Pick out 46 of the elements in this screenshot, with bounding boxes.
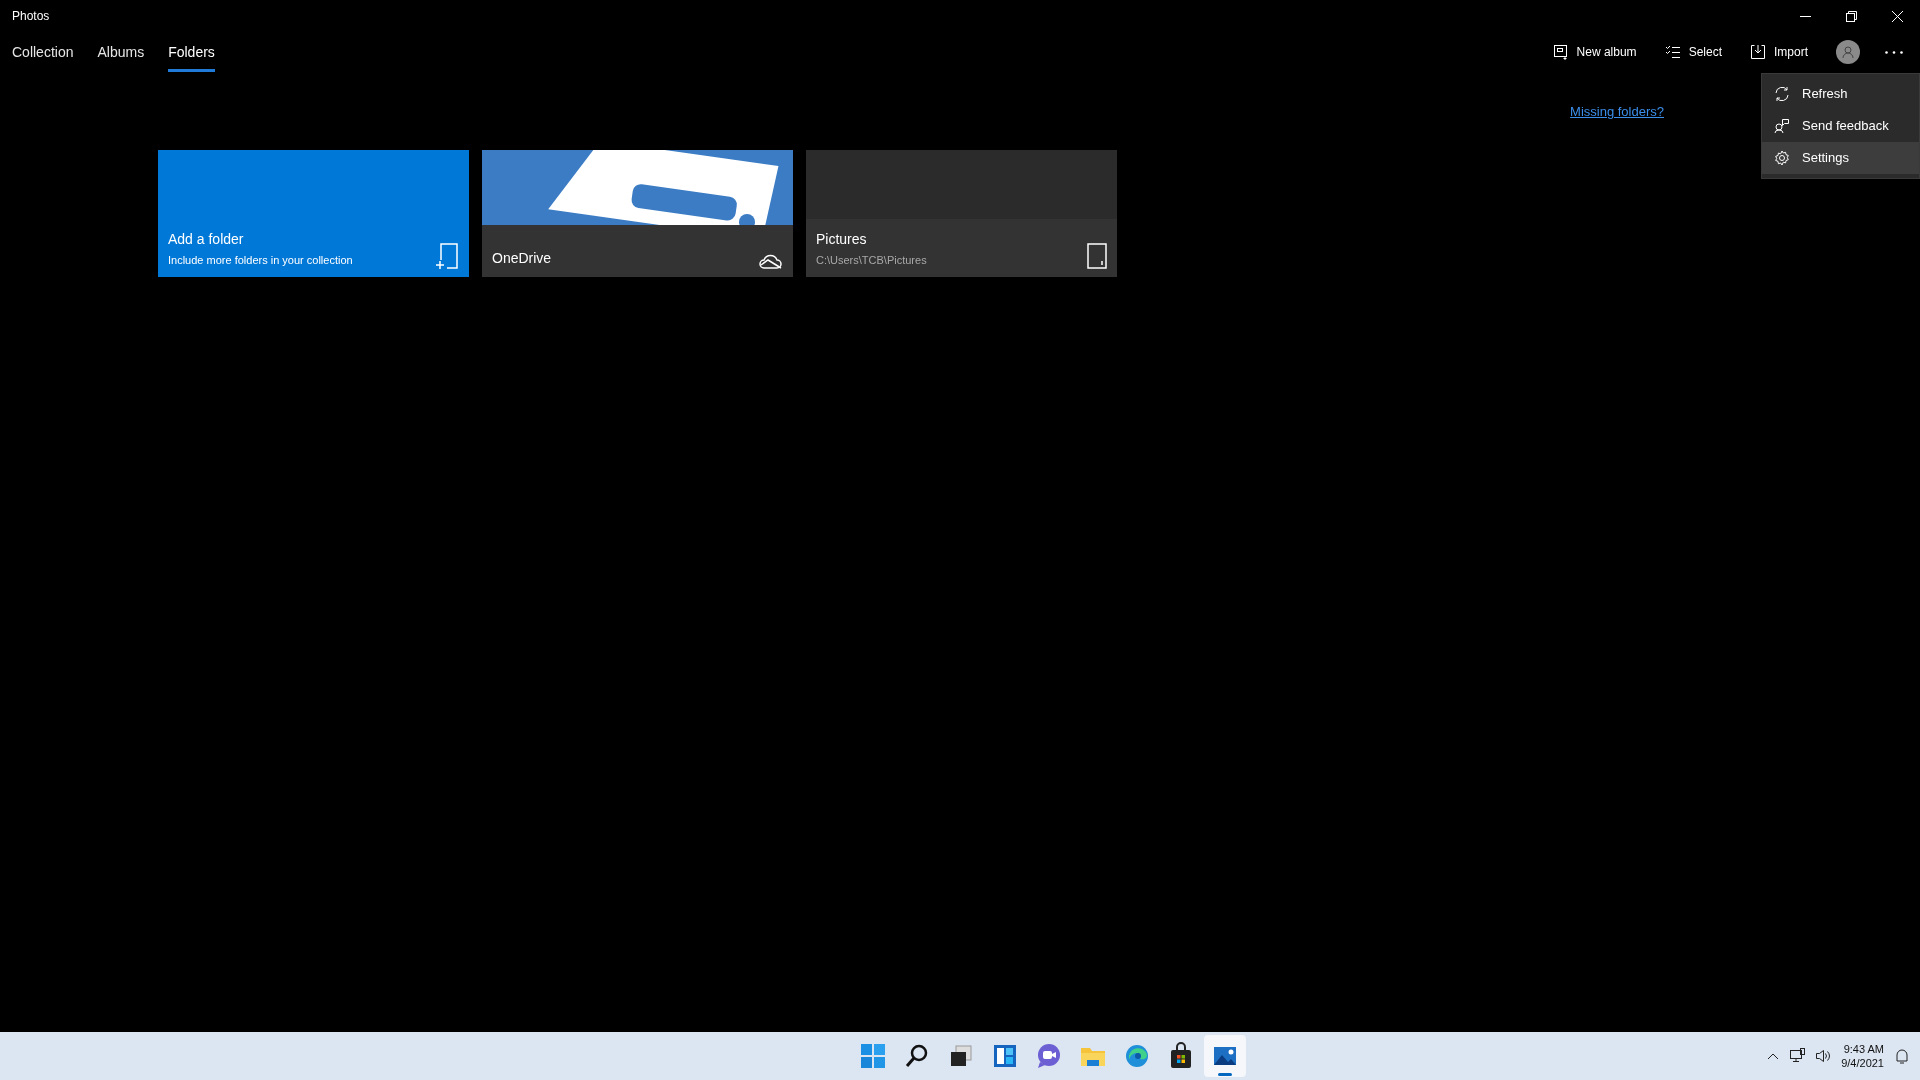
onedrive-tile[interactable]: OneDrive bbox=[482, 149, 793, 277]
tile-title: Pictures bbox=[816, 230, 868, 249]
checklist-icon bbox=[1664, 44, 1681, 60]
time-text: 9:43 AM bbox=[1843, 1042, 1884, 1056]
browser-icon bbox=[1123, 1042, 1151, 1070]
menu-item[interactable]: Refresh bbox=[1762, 78, 1919, 110]
chevron-up-icon[interactable] bbox=[1767, 1052, 1780, 1060]
windows-logo-icon bbox=[859, 1042, 887, 1070]
album-icon bbox=[1552, 44, 1569, 60]
tile-title: Add a folder bbox=[168, 230, 245, 249]
import-icon bbox=[1750, 44, 1766, 60]
minimize-icon bbox=[1799, 15, 1811, 17]
date-text: 9/4/2021 bbox=[1841, 1056, 1884, 1070]
close-icon bbox=[1891, 10, 1903, 22]
tile-title: OneDrive bbox=[492, 248, 552, 268]
pictures-folder-tile[interactable]: Pictures C:\Users\TCB\Pictures bbox=[806, 149, 1117, 277]
person-icon bbox=[1842, 45, 1854, 59]
tab[interactable]: Folders bbox=[168, 32, 215, 72]
more-icon bbox=[1885, 50, 1903, 54]
taskbar-app-button[interactable] bbox=[1204, 1035, 1246, 1077]
import-button[interactable]: Import bbox=[1738, 36, 1820, 68]
tile-subtitle: Include more folders in your collection bbox=[168, 253, 353, 268]
clock[interactable]: 9:43 AM 9/4/2021 bbox=[1841, 1042, 1884, 1070]
menu-item[interactable]: Settings bbox=[1762, 142, 1919, 174]
notification-icon[interactable] bbox=[1894, 1048, 1910, 1064]
tile-subtitle: C:\Users\TCB\Pictures bbox=[816, 253, 927, 268]
missing-folders-link[interactable]: Missing folders? bbox=[1570, 102, 1664, 122]
speaker-icon[interactable] bbox=[1815, 1048, 1832, 1064]
select-button[interactable]: Select bbox=[1652, 36, 1734, 68]
network-icon[interactable] bbox=[1789, 1048, 1806, 1064]
chat-icon bbox=[1035, 1042, 1063, 1070]
account-button[interactable] bbox=[1836, 40, 1860, 64]
new-album-button[interactable]: New album bbox=[1540, 36, 1649, 68]
feedback-icon bbox=[1774, 118, 1790, 134]
settings-icon bbox=[1774, 150, 1790, 166]
cloud-icon bbox=[759, 252, 783, 269]
add-folder-tile[interactable]: Add a folder Include more folders in your collection bbox=[158, 149, 469, 277]
tab[interactable]: Collection bbox=[12, 32, 74, 72]
widgets-icon bbox=[991, 1042, 1019, 1070]
menu-item[interactable]: Send feedback bbox=[1762, 110, 1919, 142]
add-folder-icon bbox=[435, 242, 459, 269]
drive-icon bbox=[1087, 242, 1107, 269]
refresh-icon bbox=[1774, 86, 1790, 102]
window-title: Photos bbox=[12, 8, 50, 25]
restore-icon bbox=[1845, 10, 1857, 22]
tab[interactable]: Albums bbox=[97, 32, 145, 72]
